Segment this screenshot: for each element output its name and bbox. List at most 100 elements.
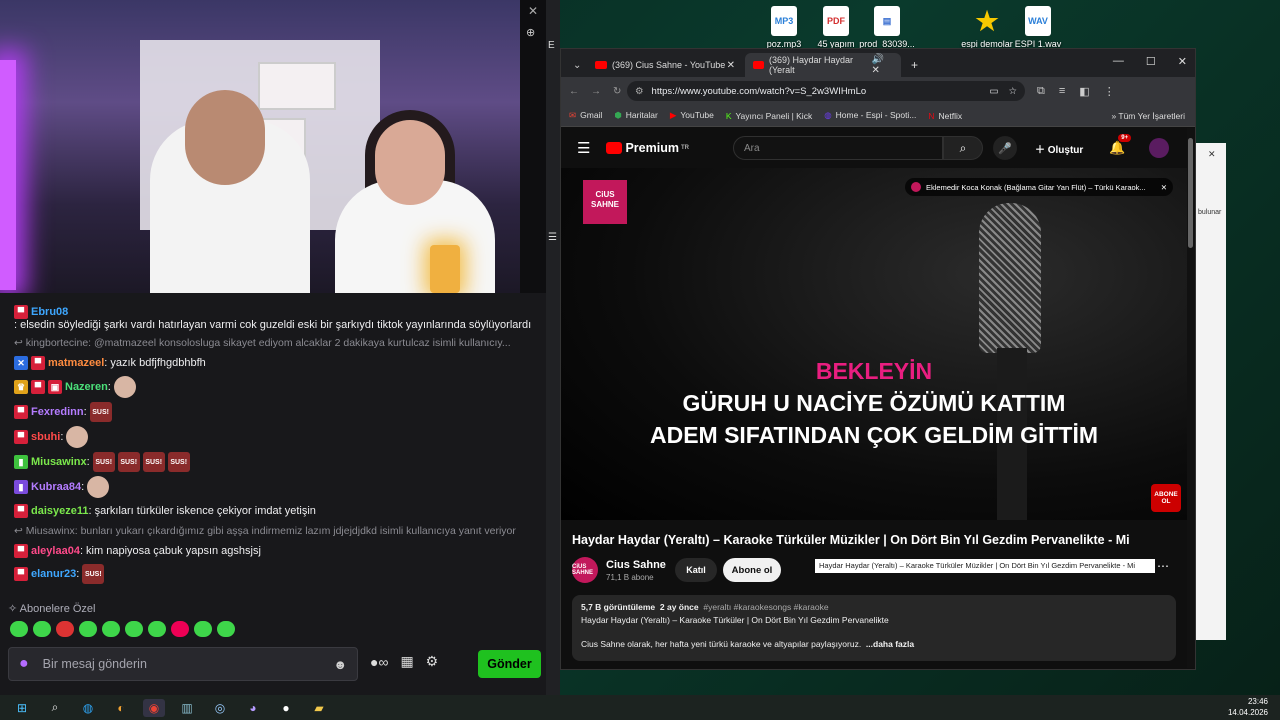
chat-message[interactable]: ▀ daisyeze11: şarkıları türküler iskence … bbox=[14, 502, 536, 520]
menu-icon[interactable]: ⋮ bbox=[1104, 85, 1115, 98]
chat-username[interactable]: elanur23 bbox=[31, 568, 76, 581]
close-icon[interactable]: 🔊 ✕ bbox=[871, 54, 893, 76]
emoji-icon[interactable]: ☻ bbox=[333, 657, 347, 672]
chat-message[interactable]: ▀ sbuhi: bbox=[14, 426, 536, 448]
all-bookmarks[interactable]: » Tüm Yer İşaretleri bbox=[1111, 111, 1185, 121]
tab-search-icon[interactable]: ⌄ bbox=[565, 53, 589, 77]
scroll-thumb[interactable] bbox=[1188, 138, 1193, 248]
maximize-icon[interactable]: ☐ bbox=[1146, 55, 1156, 68]
hashtags[interactable]: #yeraltı #karaokesongs #karaoke bbox=[703, 602, 828, 612]
chat-username[interactable]: sbuhi bbox=[31, 431, 60, 444]
back-icon[interactable]: ← bbox=[569, 86, 579, 97]
chat-message[interactable]: ▀ elanur23: SUS! bbox=[14, 564, 536, 584]
channel-avatar[interactable]: CiUS SAHNE bbox=[572, 557, 598, 583]
edge-icon[interactable]: ◍ bbox=[77, 699, 99, 717]
emote-icon[interactable] bbox=[102, 621, 120, 637]
chat-username[interactable]: Kubraa84 bbox=[31, 481, 81, 494]
chat-input[interactable]: ● Bir mesaj gönderin ☻ bbox=[8, 647, 358, 681]
chat-username[interactable]: daisyeze11 bbox=[31, 505, 89, 518]
bell-icon[interactable]: 🔔 9+ bbox=[1109, 134, 1132, 156]
close-icon[interactable]: ✕ bbox=[1178, 55, 1187, 68]
chat-message[interactable]: ▀ Ebru08: elsedin söylediği şarkı vardı h… bbox=[14, 305, 536, 332]
new-tab-button[interactable]: + bbox=[903, 53, 926, 77]
desktop-icon[interactable]: WAV ESPI 1.wav bbox=[1006, 6, 1070, 49]
emote-icon[interactable] bbox=[148, 621, 166, 637]
url-text[interactable]: https://www.youtube.com/watch?v=S_2w3WIH… bbox=[652, 86, 867, 97]
chat-message[interactable]: ▀ Fexredinn: SUS! bbox=[14, 402, 536, 422]
chat-username[interactable]: matmazeel bbox=[48, 357, 104, 370]
emote-icon[interactable] bbox=[33, 621, 51, 637]
emote-icon[interactable] bbox=[79, 621, 97, 637]
close-icon[interactable]: ✕ bbox=[1161, 183, 1167, 192]
avatar[interactable] bbox=[1149, 138, 1170, 158]
folder-icon[interactable]: ▰ bbox=[308, 699, 330, 717]
channel-info[interactable]: CiUS SAHNE Cius Sahne 71,1 B abone bbox=[572, 557, 666, 583]
emote-icon[interactable] bbox=[171, 621, 189, 637]
chat-username[interactable]: Fexredinn bbox=[31, 406, 84, 419]
url-field[interactable]: ⚙ https://www.youtube.com/watch?v=S_2w3W… bbox=[627, 81, 1025, 101]
discord-icon[interactable]: ◕ bbox=[242, 699, 264, 717]
join-button[interactable]: Katıl bbox=[675, 558, 717, 582]
bookmark-item[interactable]: ▶ YouTube bbox=[670, 110, 714, 121]
tab-2[interactable]: (369) Haydar Haydar (Yeralt 🔊 ✕ bbox=[745, 53, 901, 77]
store-icon[interactable]: ▦ bbox=[400, 653, 413, 670]
chat-message[interactable]: ♛ ▀ ▣ Nazeren: bbox=[14, 376, 536, 398]
emote-icon[interactable] bbox=[217, 621, 235, 637]
channel-name[interactable]: Cius Sahne bbox=[606, 559, 666, 571]
emote-icon[interactable] bbox=[10, 621, 28, 637]
steam-icon[interactable]: ◎ bbox=[209, 699, 231, 717]
star-icon[interactable]: ☆ bbox=[1008, 86, 1017, 97]
subscribe-watermark[interactable]: ABONE OL bbox=[1151, 484, 1181, 512]
chat-message[interactable]: ▮ Miusawinx: SUS! SUS! SUS! SUS! bbox=[14, 452, 536, 472]
search-icon[interactable]: ⌕ bbox=[942, 136, 983, 160]
infinity-icon[interactable]: ●∞ bbox=[370, 654, 388, 670]
app-icon[interactable]: ▥ bbox=[176, 699, 198, 717]
forward-icon[interactable]: → bbox=[591, 86, 601, 97]
mic-icon[interactable]: 🎤 bbox=[992, 136, 1017, 160]
show-more-link[interactable]: ...daha fazla bbox=[866, 639, 914, 649]
app-icon[interactable]: ◐ bbox=[110, 699, 132, 717]
stream-video[interactable] bbox=[0, 0, 520, 293]
chat-username[interactable]: Nazeren bbox=[65, 381, 108, 394]
close-icon[interactable]: ✕ bbox=[727, 60, 735, 71]
next-video-title[interactable]: Eklemedir Koca Konak (Bağlama Gitar Yan … bbox=[926, 183, 1146, 192]
description-box[interactable]: 5,7 B görüntüleme 2 ay önce #yeraltı #ka… bbox=[572, 595, 1176, 661]
chat-username[interactable]: Miusawinx bbox=[31, 456, 87, 469]
next-video-card[interactable]: Eklemedir Koca Konak (Bağlama Gitar Yan … bbox=[905, 178, 1173, 196]
site-info-icon[interactable]: ⚙ bbox=[635, 86, 644, 97]
bookmark-item[interactable]: K Yayıncı Paneli | Kick bbox=[726, 111, 812, 121]
video-player[interactable]: CiUS SAHNE Eklemedir Koca Konak (Bağlama… bbox=[561, 168, 1187, 520]
zoom-icon[interactable]: ⊕ bbox=[526, 26, 535, 39]
gear-icon[interactable]: ⚙ bbox=[426, 653, 439, 670]
create-button[interactable]: ＋ Oluştur bbox=[1035, 141, 1083, 156]
search-input[interactable]: Ara bbox=[732, 136, 943, 160]
chat-input-placeholder[interactable]: Bir mesaj gönderin bbox=[43, 657, 334, 671]
chat-message[interactable]: ✕ ▀ matmazeel: yazık bdfjfhgdbhbfh bbox=[14, 354, 536, 372]
bookmark-item[interactable]: ✉ Gmail bbox=[569, 110, 602, 121]
emote-icon[interactable] bbox=[125, 621, 143, 637]
bookmark-item[interactable]: N Netflix bbox=[928, 111, 962, 121]
tab-1[interactable]: (369) Cius Sahne - YouTube ✕ bbox=[587, 53, 743, 77]
media-icon[interactable]: ≡ bbox=[1059, 85, 1065, 98]
emote-icon[interactable] bbox=[56, 621, 74, 637]
chrome-icon[interactable]: ◉ bbox=[143, 698, 165, 717]
reload-icon[interactable]: ↻ bbox=[613, 86, 621, 97]
desktop-icon[interactable]: ▤ prod_83039... bbox=[855, 6, 919, 49]
reply-context[interactable]: ↩ Miusawinx: bunları yukarı çıkardığımız… bbox=[14, 525, 536, 538]
profile-icon[interactable]: ◧ bbox=[1079, 85, 1089, 98]
emote-icon[interactable] bbox=[194, 621, 212, 637]
obs-icon[interactable]: ● bbox=[275, 699, 297, 717]
reply-context[interactable]: ↩ kingbortecine: @matmazeel konsoloslugа… bbox=[14, 337, 536, 350]
send-button[interactable]: Gönder bbox=[478, 650, 541, 678]
bookmark-item[interactable]: ◍ Home - Espi - Spoti... bbox=[824, 110, 916, 121]
more-icon[interactable]: ⋯ bbox=[1157, 559, 1169, 573]
bookmark-item[interactable]: ⬢ Haritalar bbox=[614, 110, 658, 121]
close-icon[interactable]: ✕ bbox=[528, 4, 538, 18]
scrollbar[interactable] bbox=[1187, 128, 1195, 668]
windows-start-icon[interactable]: ⊞ bbox=[11, 699, 33, 717]
chat-username[interactable]: Ebru08 bbox=[31, 306, 68, 319]
youtube-logo[interactable]: Premium TR bbox=[606, 141, 689, 155]
cast-icon[interactable]: ▭ bbox=[989, 86, 998, 97]
hamburger-icon[interactable]: ☰ bbox=[577, 139, 590, 157]
chat-username[interactable]: aleylaa04 bbox=[31, 545, 80, 558]
